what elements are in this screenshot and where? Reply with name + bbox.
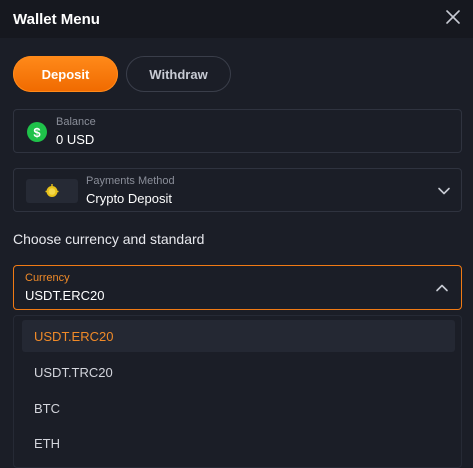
currency-dropdown: USDT.ERC20 USDT.TRC20 BTC ETH	[13, 315, 462, 468]
currency-label: Currency	[25, 272, 70, 284]
crypto-coin-icon	[45, 184, 59, 197]
balance-value: 0 USD	[56, 132, 95, 147]
currency-option-btc[interactable]: BTC	[22, 392, 455, 424]
currency-option-usdt-erc20[interactable]: USDT.ERC20	[22, 320, 455, 352]
balance-label: Balance	[56, 116, 96, 128]
balance-box: $ Balance 0 USD	[13, 109, 462, 153]
currency-select[interactable]: Currency USDT.ERC20	[13, 265, 462, 310]
currency-option-usdt-trc20[interactable]: USDT.TRC20	[22, 356, 455, 388]
wallet-title: Wallet Menu	[13, 10, 100, 28]
currency-value: USDT.ERC20	[25, 288, 105, 303]
payment-method-icon-wrap	[26, 179, 78, 203]
currency-option-eth[interactable]: ETH	[22, 427, 455, 459]
close-button[interactable]	[443, 7, 463, 27]
currency-section-heading: Choose currency and standard	[13, 231, 205, 247]
payment-method-select[interactable]: Payments Method Crypto Deposit	[13, 168, 462, 212]
dollar-icon: $	[27, 122, 47, 142]
tab-deposit[interactable]: Deposit	[13, 56, 118, 92]
payment-method-value: Crypto Deposit	[86, 191, 172, 206]
wallet-header: Wallet Menu	[0, 0, 473, 38]
close-icon	[446, 10, 460, 24]
wallet-body: Deposit Withdraw $ Balance 0 USD Payment…	[0, 38, 473, 468]
chevron-up-icon	[436, 284, 448, 292]
chevron-down-icon	[438, 187, 450, 195]
tab-withdraw[interactable]: Withdraw	[126, 56, 231, 92]
payment-method-label: Payments Method	[86, 175, 175, 187]
wallet-tabs: Deposit Withdraw	[13, 56, 231, 92]
